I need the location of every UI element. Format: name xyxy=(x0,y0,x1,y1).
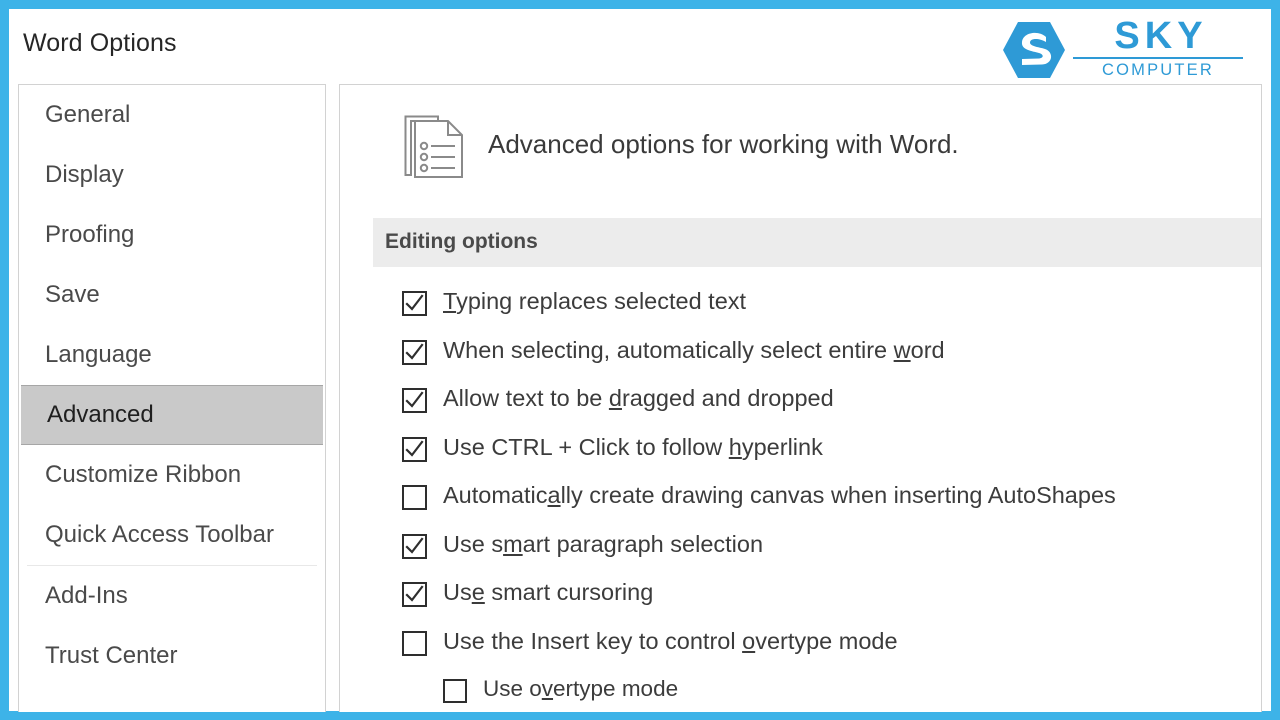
option-row-use-overtype-mode[interactable]: Use overtype mode xyxy=(340,671,1261,712)
sidebar-item-label: Display xyxy=(45,161,124,188)
option-row-typing-replaces-selected-text[interactable]: Typing replaces selected text xyxy=(340,283,1261,332)
checkbox-drag-and-drop-text[interactable] xyxy=(402,388,427,413)
option-label: Use the Insert key to control overtype m… xyxy=(443,627,898,654)
option-label: When selecting, automatically select ent… xyxy=(443,336,945,363)
checkbox-smart-cursoring[interactable] xyxy=(402,582,427,607)
panel-caption: Advanced options for working with Word. xyxy=(488,129,959,159)
panel-header: Advanced options for working with Word. xyxy=(340,85,1261,195)
option-row-insert-key-overtype[interactable]: Use the Insert key to control overtype m… xyxy=(340,623,1261,672)
title-bar: Word Options SKY COMPUTER xyxy=(9,9,1271,79)
option-label: Allow text to be dragged and dropped xyxy=(443,385,834,411)
brand-divider xyxy=(1073,57,1243,59)
option-row-smart-cursoring[interactable]: Use smart cursoring xyxy=(340,574,1261,623)
editing-options-list: Typing replaces selected text When selec… xyxy=(340,283,1261,712)
option-row-smart-paragraph-selection[interactable]: Use smart paragraph selection xyxy=(340,526,1261,575)
sidebar-item-proofing[interactable]: Proofing xyxy=(19,205,325,265)
sidebar-item-label: General xyxy=(45,101,131,128)
options-content-panel: Advanced options for working with Word. … xyxy=(339,84,1262,712)
option-row-drag-and-drop-text[interactable]: Allow text to be dragged and dropped xyxy=(340,380,1261,429)
checkbox-typing-replaces-selected-text[interactable] xyxy=(402,291,427,316)
brand-logo: SKY COMPUTER xyxy=(1001,12,1246,84)
sidebar-item-label: Quick Access Toolbar xyxy=(45,521,274,548)
sidebar-item-add-ins[interactable]: Add-Ins xyxy=(19,566,325,626)
sidebar-item-label: Advanced xyxy=(47,401,154,428)
option-label: Use CTRL + Click to follow hyperlink xyxy=(443,433,823,460)
checkbox-insert-key-overtype[interactable] xyxy=(402,630,427,656)
sidebar-item-quick-access-toolbar[interactable]: Quick Access Toolbar xyxy=(19,505,325,565)
option-row-select-entire-word[interactable]: When selecting, automatically select ent… xyxy=(340,332,1261,381)
option-label: Use smart paragraph selection xyxy=(443,530,764,557)
page-title: Word Options xyxy=(23,29,177,57)
sidebar-item-language[interactable]: Language xyxy=(19,325,325,385)
checkbox-use-overtype-mode[interactable] xyxy=(443,679,467,703)
sidebar-item-customize-ribbon[interactable]: Customize Ribbon xyxy=(19,445,325,505)
checkbox-ctrl-click-hyperlink[interactable] xyxy=(402,436,427,462)
sidebar-item-label: Save xyxy=(45,281,100,308)
sidebar-item-trust-center[interactable]: Trust Center xyxy=(19,626,325,686)
section-title: Editing options xyxy=(385,230,538,253)
document-list-icon xyxy=(402,113,468,181)
option-label: Use smart cursoring xyxy=(443,579,654,605)
options-sidebar: General Display Proofing Save Language A… xyxy=(18,84,326,712)
sidebar-item-label: Add-Ins xyxy=(45,582,128,609)
checkbox-select-entire-word[interactable] xyxy=(402,339,427,365)
sidebar-item-general[interactable]: General xyxy=(19,85,325,145)
sidebar-item-label: Language xyxy=(45,341,152,368)
option-row-auto-drawing-canvas[interactable]: Automatically create drawing canvas when… xyxy=(340,477,1261,526)
sidebar-item-save[interactable]: Save xyxy=(19,265,325,325)
sidebar-item-display[interactable]: Display xyxy=(19,145,325,205)
option-label: Use overtype mode xyxy=(483,676,679,701)
option-label: Automatically create drawing canvas when… xyxy=(443,482,1116,508)
brand-name: SKY xyxy=(1114,15,1208,57)
option-label: Typing replaces selected text xyxy=(443,288,747,314)
sidebar-item-label: Trust Center xyxy=(45,642,178,669)
hexagon-s-logo-icon xyxy=(1001,20,1067,80)
sidebar-item-advanced[interactable]: Advanced xyxy=(21,385,323,445)
brand-subtitle: COMPUTER xyxy=(1101,61,1215,79)
checkbox-smart-paragraph-selection[interactable] xyxy=(402,533,427,559)
sidebar-item-label: Proofing xyxy=(45,221,135,248)
sidebar-item-label: Customize Ribbon xyxy=(45,461,242,488)
option-row-ctrl-click-hyperlink[interactable]: Use CTRL + Click to follow hyperlink xyxy=(340,429,1261,478)
checkbox-auto-drawing-canvas[interactable] xyxy=(402,485,427,510)
section-header-band: Editing options xyxy=(373,218,1261,267)
word-options-window: Word Options SKY COMPUTER General Displa… xyxy=(0,0,1280,720)
